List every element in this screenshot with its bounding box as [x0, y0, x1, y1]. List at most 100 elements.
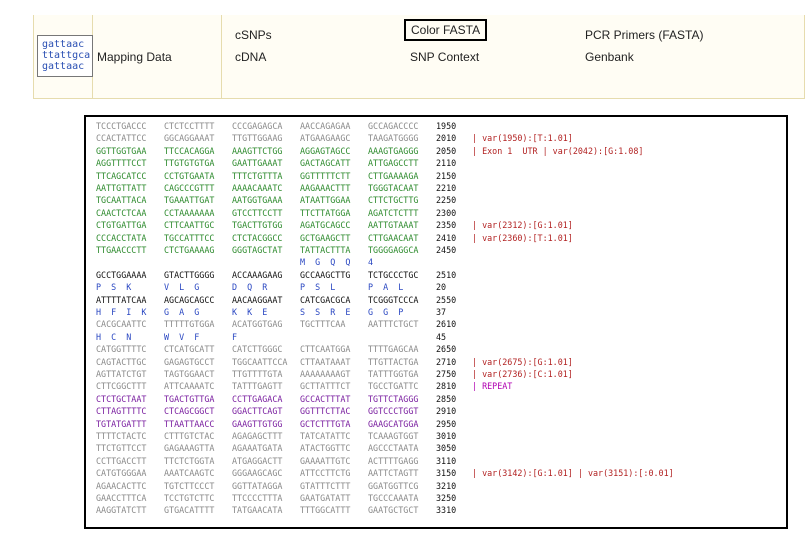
- sequence-block: AAGAAACTTT: [300, 183, 351, 193]
- sequence-block: AATTGTTATT: [96, 183, 147, 193]
- sequence-block: GCTCTTTGTA: [300, 418, 351, 429]
- sequence-block: TAAGATGGGG: [368, 133, 419, 144]
- sequence-block: ACTTTTGAGG: [368, 455, 419, 466]
- sequence-annotation: | var(2675):[G:1.01]: [472, 356, 573, 367]
- sequence-block: CTGTGATTGA: [96, 220, 147, 231]
- sequence-block: CCCGAGAGCA: [232, 121, 283, 131]
- cdna-link[interactable]: cDNA: [235, 50, 266, 64]
- sequence-block: TGTCTTCCCT: [164, 480, 215, 491]
- sequence-row: GAACCTTTCA TCCTGTCTTC TTCCCCTTTA GAATGATATT…: [96, 493, 466, 505]
- sequence-block: GCCACTTTAT: [300, 393, 351, 404]
- sequence-row: TGCAATTACA TGAAATTGAT AATGGTGAAA ATAATTGGAA…: [96, 195, 466, 207]
- sequence-block: TGGGTACAAT: [368, 183, 419, 193]
- sequence-row: CAGTACTTGC GAGAGTGCCT TGGCAATTCCA CTTAATAAA…: [96, 357, 573, 369]
- sequence-row: TCCCTGACCC CTCTCCTTTT CCCGAGAGCA AACCAGAGAA…: [96, 121, 466, 133]
- sequence-block: ACATGGTGAG: [232, 319, 283, 330]
- color-fasta-link[interactable]: Color FASTA: [404, 19, 488, 41]
- sequence-panel[interactable]: TCCCTGACCC CTCTCCTTTT CCCGAGAGCA AACCAGAGAA…: [84, 115, 788, 529]
- sequence-position: 2750: [436, 369, 457, 379]
- sequence-block: GTCCTTCCTT: [232, 207, 283, 218]
- sequence-block: AACAAGGAAT: [232, 294, 283, 305]
- sequence-block: TCAAAGTGGT: [368, 431, 419, 441]
- sequence-position: 3050: [436, 443, 457, 454]
- sequence-block: CATCGACGCA: [300, 294, 351, 305]
- pcr-primers-link[interactable]: PCR Primers (FASTA): [585, 28, 703, 42]
- sequence-block: TTCTGTTCCT: [96, 443, 147, 454]
- sequence-block: TAGTGGAACT: [164, 369, 215, 379]
- sequence-block: CTCTGCTAAT: [96, 393, 147, 404]
- sequence-block: CTCAGCGGCT: [164, 406, 215, 417]
- sequence-block: GCCAGACCCC: [368, 121, 419, 131]
- sequence-block: AATGGTGAAA: [232, 195, 283, 206]
- sequence-row: CAACTCTCAA CCTAAAAAAA GTCCTTCCTT TTCTTATGGA…: [96, 208, 466, 220]
- sequence-block: G G P: [368, 307, 404, 317]
- sequence-block: TTGTTGGAAG: [232, 133, 283, 144]
- sequence-position: 2410: [436, 232, 457, 243]
- sequence-row: AAGGTATCTT GTGACATTTT TATGAACATA TTTGGCATTT…: [96, 505, 466, 517]
- sequence-block: AGCCCTAATA: [368, 443, 419, 454]
- sequence-position: 3250: [436, 493, 457, 503]
- sequence-block: TGGCAATTCCA: [232, 356, 288, 367]
- sequence-block: TGCCTGATTC: [368, 381, 419, 392]
- sequence-block: CTCATGCATT: [164, 344, 215, 355]
- sequence-block: CTTCGGCTTT: [96, 381, 147, 392]
- sequence-block: AAAGTTCTGG: [232, 145, 283, 156]
- sequence-block: CCTGTGAATA: [164, 170, 215, 181]
- sequence-block: TATTACTTTA: [300, 245, 351, 255]
- sequence-row: TTTTCTACTC CTTTGTCTAC AGAGAGCTTT TATCATATTC…: [96, 431, 466, 443]
- sequence-block: GGTCCCTGGT: [368, 406, 419, 417]
- sequence-position: 2050: [436, 145, 457, 156]
- sequence-block: GGTTTCTTAC: [300, 406, 351, 417]
- sequence-block: AGAAATGATA: [232, 443, 283, 454]
- sequence-block: TTCTCTGGTA: [164, 455, 215, 466]
- nav-divider: [221, 15, 222, 98]
- sequence-block: AGAACACTTC: [96, 480, 147, 491]
- sequence-block: TGTTCTAGGG: [368, 393, 419, 404]
- sequence-block: TTCTTATGGA: [300, 207, 351, 218]
- sequence-block: TTCCCCTTTA: [232, 493, 283, 503]
- mapping-data-link[interactable]: Mapping Data: [97, 50, 172, 64]
- sequence-block: AGGAGTAGCC: [300, 145, 351, 156]
- sequence-block: CATCTTGGGC: [232, 344, 283, 355]
- sequence-block: TATTTGAGTT: [232, 381, 283, 392]
- sequence-block: ATTCCTTCTG: [300, 468, 351, 479]
- genbank-link[interactable]: Genbank: [585, 50, 634, 64]
- sequence-block: 4: [368, 257, 374, 268]
- sequence-block: GGTTGGTGAA: [96, 145, 147, 156]
- sequence-block: TGCCATTTCC: [164, 232, 215, 243]
- sequence-row: AATTGTTATT CAGCCCGTTT AAAACAAATC AAGAAACTTT…: [96, 183, 466, 195]
- sequence-row: GGTTGGTGAA TTCCACAGGA AAAGTTCTGG AGGAGTAGCC…: [96, 146, 643, 158]
- sequence-block: AGGTTTTCCT: [96, 158, 147, 169]
- sequence-block: ATGAGGACTT: [232, 455, 283, 466]
- sequence-block: CAACTCTCAA: [96, 207, 147, 218]
- logo-line-1: gattaac: [42, 39, 85, 50]
- sequence-block: CCACTATTCC: [96, 133, 147, 144]
- sequence-block: AGTTATCTGT: [96, 369, 147, 379]
- sequence-block: ATTTTATCAA: [96, 294, 147, 305]
- sequence-block: CATGGTTTTC: [96, 344, 147, 355]
- sequence-block: CTTTGTCTAC: [164, 431, 215, 441]
- sequence-block: CTTGAACAAT: [368, 232, 419, 243]
- sequence-block: GCCAAGCTTG: [300, 269, 351, 280]
- sequence-block: TATCATATTC: [300, 431, 351, 441]
- sequence-position: 2350: [436, 220, 457, 231]
- sequence-position: 20: [436, 282, 447, 293]
- sequence-block: D Q R: [232, 282, 268, 293]
- sequence-row: H F I K G A G K K E S S R E G G P 37: [96, 307, 466, 319]
- sequence-annotation: | var(1950):[T:1.01]: [472, 133, 573, 144]
- sequence-row: H C N W V F F 45: [96, 332, 466, 344]
- csnps-link[interactable]: cSNPs: [235, 28, 272, 42]
- sequence-row: CTTCGGCTTT ATTCAAAATC TATTTGAGTT GCTTATTTCT…: [96, 381, 512, 393]
- sequence-block: TTTTTGTGGA: [164, 319, 215, 330]
- snp-context-link[interactable]: SNP Context: [410, 50, 479, 64]
- sequence-block: AACCAGAGAA: [300, 121, 351, 131]
- sequence-block: AGCAGCAGCC: [164, 294, 215, 305]
- sequence-block: TTGTGTGTGA: [164, 158, 215, 169]
- sequence-position: 45: [436, 331, 447, 342]
- sequence-block: TATGAACATA: [232, 505, 283, 516]
- sequence-block: GAATGCTGCT: [368, 505, 419, 516]
- sequence-block: GGTTATAGGA: [232, 480, 283, 491]
- sequence-block: GGTTTTTCTT: [300, 170, 351, 181]
- sequence-row: AGTTATCTGT TAGTGGAACT TTGTTTTGTA AAAAAAAAGT…: [96, 369, 573, 381]
- sequence-block: TGCCCAAATA: [368, 493, 419, 503]
